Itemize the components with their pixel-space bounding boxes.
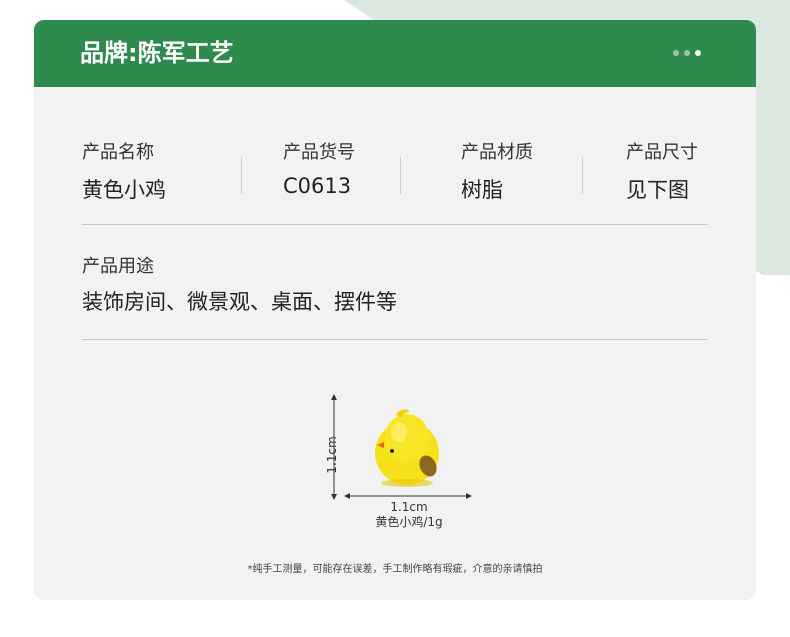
product-caption: 黄色小鸡/1g [375, 515, 443, 529]
pager-dot[interactable] [673, 50, 679, 56]
spec-size: 产品尺寸 见下图 [626, 138, 698, 204]
footnote: *纯手工测量，可能存在误差，手工制作略有瑕疵，介意的亲请慎拍 [247, 564, 543, 575]
arrow-left-icon [344, 493, 350, 499]
spec-usage: 产品用途 装饰房间、微景观、桌面、摆件等 [82, 252, 397, 316]
arrow-up-icon [331, 394, 337, 400]
spec-material: 产品材质 树脂 [461, 138, 533, 204]
pager-dot-active[interactable] [695, 50, 701, 56]
divider [241, 157, 242, 194]
product-info-card: 品牌:陈军工艺 产品名称 黄色小鸡 产品货号 C0613 产品材质 树脂 产品尺… [34, 20, 756, 600]
spec-value: 见下图 [626, 178, 689, 202]
spec-label: 产品名称 [82, 142, 154, 163]
spec-item-number: 产品货号 C0613 [283, 138, 355, 198]
divider [82, 224, 708, 225]
brand-title: 品牌:陈军工艺 [80, 39, 234, 67]
width-label: 1.1cm [390, 500, 428, 514]
divider [400, 157, 401, 194]
spec-label: 产品材质 [461, 142, 533, 163]
divider [582, 157, 583, 194]
pager-dots [673, 50, 701, 56]
chick-icon [375, 409, 439, 487]
pager-dot[interactable] [684, 50, 690, 56]
spec-product-name: 产品名称 黄色小鸡 [82, 138, 166, 204]
arrow-right-icon [466, 493, 472, 499]
spec-label: 产品货号 [283, 142, 355, 163]
height-label: 1.1cm [325, 436, 339, 474]
spec-label: 产品用途 [82, 256, 154, 277]
spec-value: 装饰房间、微景观、桌面、摆件等 [82, 290, 397, 314]
spec-value: C0613 [283, 174, 352, 198]
divider [82, 339, 708, 340]
brand-header: 品牌:陈军工艺 [34, 20, 756, 87]
spec-row: 产品名称 黄色小鸡 产品货号 C0613 产品材质 树脂 产品尺寸 见下图 [82, 138, 708, 202]
spec-value: 黄色小鸡 [82, 178, 166, 202]
arrow-down-icon [331, 494, 337, 500]
spec-value: 树脂 [461, 178, 503, 202]
spec-label: 产品尺寸 [626, 142, 698, 163]
